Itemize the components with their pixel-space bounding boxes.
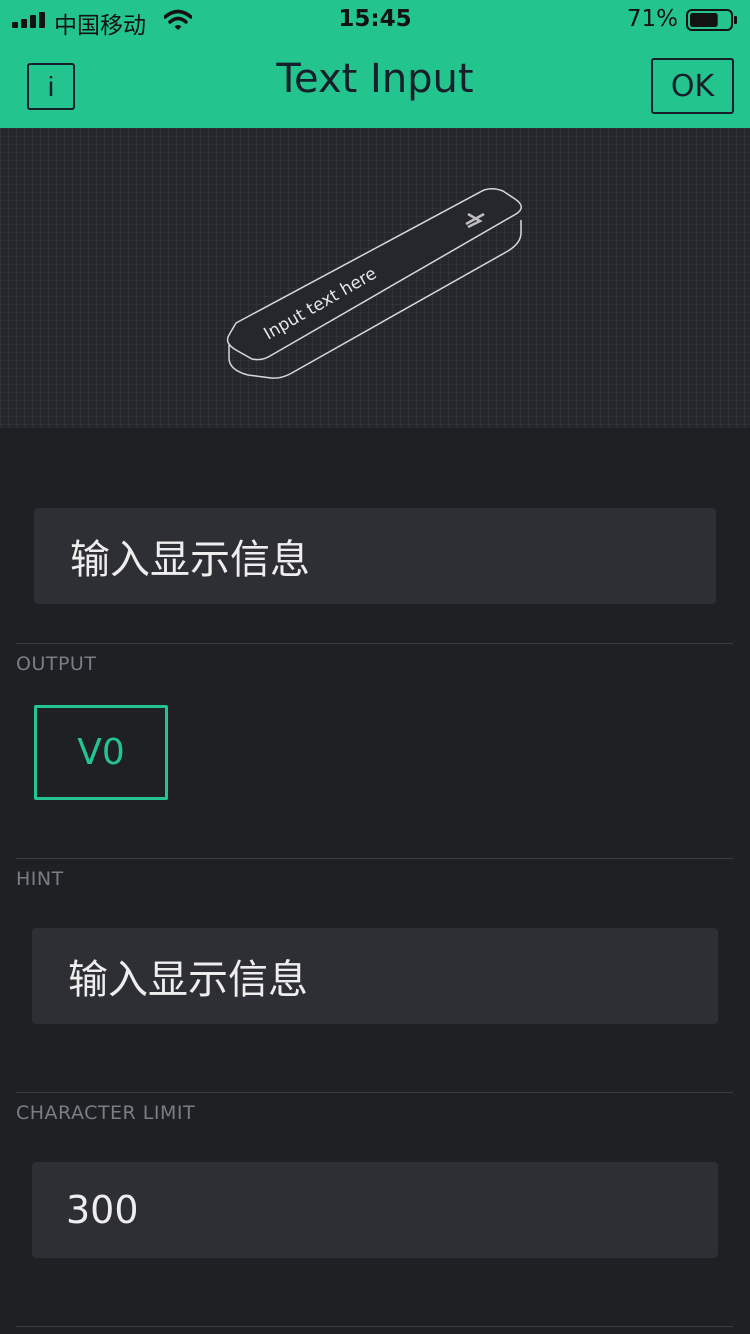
battery-percent: 71%: [626, 6, 678, 32]
signal-icon: [12, 12, 45, 28]
widget-title-input[interactable]: 输入显示信息: [34, 508, 716, 604]
divider: [16, 1092, 733, 1093]
carrier-name: 中国移动: [54, 13, 146, 39]
info-button[interactable]: i: [27, 63, 75, 110]
character-limit-input[interactable]: 300: [32, 1162, 718, 1258]
hint-input[interactable]: 输入显示信息: [32, 928, 718, 1024]
info-icon: i: [47, 70, 55, 102]
ok-button-label: OK: [670, 68, 715, 104]
hint-value: 输入显示信息: [68, 957, 308, 1003]
character-limit-section-label: CHARACTER LIMIT: [16, 1102, 196, 1124]
header: 中国移动 15:45 71% i Text Input OK: [0, 0, 750, 128]
text-input-widget-preview: Input text here: [226, 187, 522, 379]
output-pin-selector[interactable]: V0: [34, 705, 168, 800]
character-limit-value: 300: [66, 1188, 139, 1232]
battery-icon: [686, 9, 737, 31]
status-bar: 中国移动 15:45 71%: [0, 0, 750, 40]
text-input-settings-screen: 中国移动 15:45 71% i Text Input OK Input tex…: [0, 0, 750, 1334]
widget-preview: Input text here: [0, 128, 750, 428]
widget-title-value: 输入显示信息: [70, 537, 310, 583]
divider: [16, 1326, 733, 1327]
nav-bar: i Text Input OK: [0, 40, 750, 128]
hint-section-label: HINT: [16, 868, 64, 890]
page-title: Text Input: [276, 56, 474, 102]
divider: [16, 643, 733, 644]
divider: [16, 858, 733, 859]
output-section-label: OUTPUT: [16, 653, 97, 675]
wifi-icon: [164, 9, 192, 30]
ok-button[interactable]: OK: [651, 58, 734, 114]
output-pin-value: V0: [77, 732, 125, 773]
